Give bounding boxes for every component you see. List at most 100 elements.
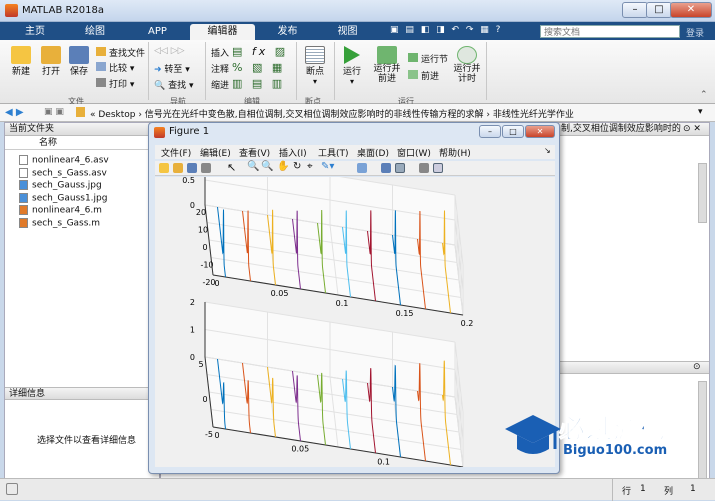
open-file-icon[interactable] [173,163,183,173]
file-item[interactable]: nonlinear4_6.m [19,205,102,217]
brush-icon[interactable]: ✎▾ [321,161,334,172]
menu-edit[interactable]: 编辑(E) [200,146,231,159]
data-cursor-icon[interactable]: ⌖ [307,161,313,172]
figure-maximize-button[interactable]: □ [502,125,524,138]
minimize-button[interactable]: – [622,2,648,18]
search-input[interactable] [540,25,680,38]
figure-canvas[interactable]: 00.5100.050.10.150.220100-10-2001200.050… [155,151,555,480]
nav-arrows-icon[interactable]: ◀ ▶ [5,107,24,118]
comment-tools-icons[interactable]: % ▧ ▦ [232,61,285,74]
menu-view[interactable]: 查看(V) [239,146,270,159]
zoom-in-icon[interactable]: 🔍 [247,161,259,172]
run-label: 运行 [342,67,361,77]
advance-button[interactable]: 前进 [408,69,439,82]
save-icon [69,46,89,64]
command-window-menu-icon[interactable]: ⊙ [693,362,701,372]
indent-tools-icons[interactable]: ▥ ▤ ▥ [232,77,285,90]
figure-minimize-button[interactable]: – [479,125,501,138]
find-files-icon [96,47,106,56]
stopwatch-icon [457,46,477,64]
link-plot-icon[interactable] [357,163,367,173]
open-button[interactable]: 打开 [38,46,64,77]
m-file-icon [19,205,28,215]
figure-close-button[interactable]: ✕ [525,125,555,138]
tab-publish[interactable]: 发布 [260,24,315,40]
bottom-plot-x-tick: 0 [214,431,219,440]
menu-window[interactable]: 窗口(W) [397,146,431,159]
run-advance-button[interactable]: 运行并 前进 [372,46,402,84]
menu-insert[interactable]: 插入(I) [279,146,307,159]
document-file-icon [19,167,28,178]
save-label: 保存 [69,67,88,77]
find-files-button[interactable]: 查找文件 [96,46,145,59]
collapse-ribbon-icon[interactable]: ⌃ [700,90,708,100]
file-item[interactable]: sech_s_Gass.asv [19,167,107,180]
rotate-3d-icon[interactable]: ↻ [293,161,301,172]
search-icon[interactable]: ⌕ [667,26,672,36]
watermark-url: Biguo100.com [563,443,668,458]
legend-icon[interactable] [395,163,405,173]
pan-hand-icon[interactable]: ✋ [277,161,289,172]
save-button[interactable]: 保存 [66,46,92,77]
editor-scrollbar[interactable] [698,163,707,223]
save-figure-icon[interactable] [187,163,197,173]
tab-apps[interactable]: APP [130,24,185,40]
compare-button[interactable]: 比较 ▾ [96,61,134,74]
editor-tabs-icon[interactable]: ⊙ ✕ [683,123,701,136]
file-item[interactable]: sech_Gauss1.jpg [19,192,107,205]
indent-button[interactable]: 缩进 [211,78,229,91]
menu-desktop[interactable]: 桌面(D) [357,146,389,159]
ribbon-separator [205,42,206,100]
address-bar: ◀ ▶ ▣ ▣ « Desktop › 信号光在光纤中变色散,自相位调制,交叉相… [0,104,715,122]
path-dropdown-icon[interactable]: ▾ [698,107,703,117]
figure-window[interactable]: Figure 1 – □ ✕ 文件(F) 编辑(E) 查看(V) 插入(I) 工… [148,122,560,480]
open-label: 打开 [41,67,60,77]
tab-view[interactable]: 视图 [320,24,375,40]
bottom-plot-x-tick: 0.1 [377,458,390,467]
tab-plots[interactable]: 绘图 [65,24,125,40]
top-plot-y-tick: -20 [202,278,215,287]
folder-nav-icons[interactable]: ▣ ▣ [44,107,64,117]
comment-button[interactable]: 注释 [211,62,229,75]
colorbar-icon[interactable] [381,163,391,173]
current-path[interactable]: « Desktop › 信号光在光纤中变色散,自相位调制,交叉相位调制效应影响时… [90,107,574,120]
ribbon-toolstrip: 新建 打开 保存 查找文件 比较 ▾ 打印 ▾ 文件 ◁◁ ▷▷ ➜ 转至 ▾ … [0,40,715,106]
insert-button[interactable]: 插入 [211,46,229,59]
file-item[interactable]: sech_Gauss.jpg [19,180,102,192]
show-tools-icon[interactable] [433,163,443,173]
print-button[interactable]: 打印 ▾ [96,77,134,90]
menu-tools[interactable]: 工具(T) [318,146,349,159]
signin-link[interactable]: 登录 [686,26,704,39]
menu-file[interactable]: 文件(F) [161,146,191,159]
new-figure-icon[interactable] [159,163,169,173]
tab-home[interactable]: 主页 [10,24,60,40]
tab-editor[interactable]: 编辑器 [190,24,255,40]
run-time-button[interactable]: 运行并 计时 [452,46,482,84]
maximize-button[interactable]: □ [646,2,672,18]
hide-tools-icon[interactable] [419,163,429,173]
breakpoints-button[interactable]: 断点 ▾ [302,46,328,86]
back-forward-buttons[interactable]: ◁◁ ▷▷ [154,46,185,56]
file-item[interactable]: sech_s_Gass.m [19,217,100,230]
matlab-logo-icon [5,4,18,17]
zoom-out-icon[interactable]: 🔍 [261,161,273,172]
find-button[interactable]: 🔍 查找 ▾ [154,78,193,91]
print-figure-icon[interactable] [201,163,211,173]
file-item[interactable]: nonlinear4_6.asv [19,155,109,167]
column-header-name[interactable]: 名称 [5,137,159,150]
folder-icon [76,107,85,117]
new-button[interactable]: 新建 [8,46,34,77]
goto-button[interactable]: ➜ 转至 ▾ [154,62,190,75]
quick-access-toolbar[interactable]: ▣ ▤ ◧ ◨ ↶ ↷ ▦ ? [390,25,530,37]
run-section-button[interactable]: 运行节 [408,52,448,65]
menu-help[interactable]: 帮助(H) [439,146,471,159]
window-titlebar: MATLAB R2018a – □ ✕ [0,0,715,22]
edit-tools-icons[interactable]: ▤ fx ▨ [232,45,288,58]
edit-plot-cursor-icon[interactable]: ↖ [227,161,236,174]
run-button[interactable]: 运行 ▾ [339,46,365,86]
advance-icon [408,70,418,79]
close-button[interactable]: ✕ [670,2,712,18]
figure-plots-svg[interactable]: 00.5100.050.10.150.220100-10-2001200.050… [155,151,555,480]
dock-arrow-icon[interactable]: ↘ [544,146,551,155]
run-advance-label: 运行并 前进 [373,64,401,84]
